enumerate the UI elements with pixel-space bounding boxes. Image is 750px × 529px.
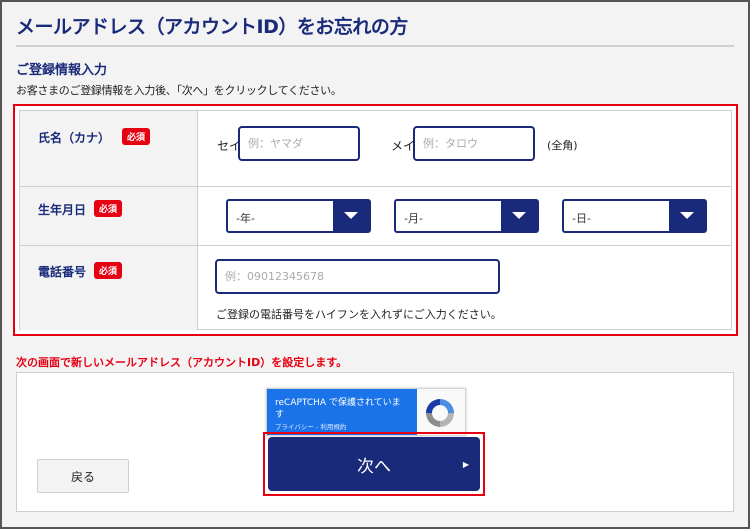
month-select[interactable]: -月- — [394, 199, 539, 233]
name-label: 氏名（カナ） — [38, 131, 111, 145]
day-select-value: -日- — [572, 212, 591, 225]
month-select-value: -月- — [404, 212, 423, 225]
birthdate-label: 生年月日 — [38, 203, 87, 217]
arrow-right-icon: ▶ — [462, 460, 469, 469]
next-button[interactable]: 次へ ▶ — [268, 437, 480, 491]
birthdate-row: 生年月日 必須 -年- -月- -日- — [20, 187, 731, 246]
required-badge: 必須 — [94, 262, 123, 279]
section-title: ご登録情報入力 — [16, 63, 108, 78]
form-table: 氏名（カナ） 必須 セイ メイ (全角) 生年月日 必須 -年- -月- — [19, 110, 732, 330]
phone-row: 電話番号 必須 ご登録の電話番号をハイフンを入れずにご入力ください。 — [20, 246, 731, 330]
phone-help-text: ご登録の電話番号をハイフンを入れずにご入力ください。 — [216, 308, 502, 321]
name-row: 氏名（カナ） 必須 セイ メイ (全角) — [20, 111, 731, 187]
name-row-header: 氏名（カナ） 必須 — [20, 111, 198, 186]
page-title: メールアドレス（アカウントID）をお忘れの方 — [16, 16, 408, 38]
year-select-value: -年- — [236, 212, 255, 225]
recaptcha-text: す — [275, 410, 285, 420]
recaptcha-panel: reCAPTCHA で保護されていま す プライバシー - 利用規約 — [267, 389, 417, 435]
chevron-down-icon — [501, 201, 537, 231]
next-button-label: 次へ — [357, 457, 391, 476]
recaptcha-badge[interactable]: reCAPTCHA で保護されていま す プライバシー - 利用規約 — [266, 388, 466, 436]
title-divider — [16, 45, 734, 47]
required-badge: 必須 — [94, 200, 123, 217]
day-select[interactable]: -日- — [562, 199, 707, 233]
phone-input[interactable] — [215, 259, 500, 294]
mei-input[interactable] — [413, 126, 535, 161]
year-select[interactable]: -年- — [226, 199, 371, 233]
sei-input[interactable] — [238, 126, 360, 161]
phone-label: 電話番号 — [38, 265, 87, 279]
required-badge: 必須 — [122, 128, 151, 145]
back-button[interactable]: 戻る — [37, 459, 129, 493]
chevron-down-icon — [669, 201, 705, 231]
next-screen-notice: 次の画面で新しいメールアドレス（アカウントID）を設定します。 — [16, 356, 348, 369]
recaptcha-logo-icon — [426, 399, 454, 427]
phone-row-header: 電話番号 必須 — [20, 246, 198, 330]
recaptcha-text: reCAPTCHA で保護されていま — [275, 398, 401, 408]
registration-form: 氏名（カナ） 必須 セイ メイ (全角) 生年月日 必須 -年- -月- — [13, 104, 738, 336]
chevron-down-icon — [333, 201, 369, 231]
instruction-text: お客さまのご登録情報を入力後、「次へ」をクリックしてください。 — [16, 84, 342, 97]
fullwidth-note: (全角) — [547, 139, 578, 152]
mei-label: メイ — [391, 139, 416, 153]
recaptcha-links[interactable]: プライバシー - 利用規約 — [275, 421, 346, 431]
birthdate-row-header: 生年月日 必須 — [20, 187, 198, 245]
